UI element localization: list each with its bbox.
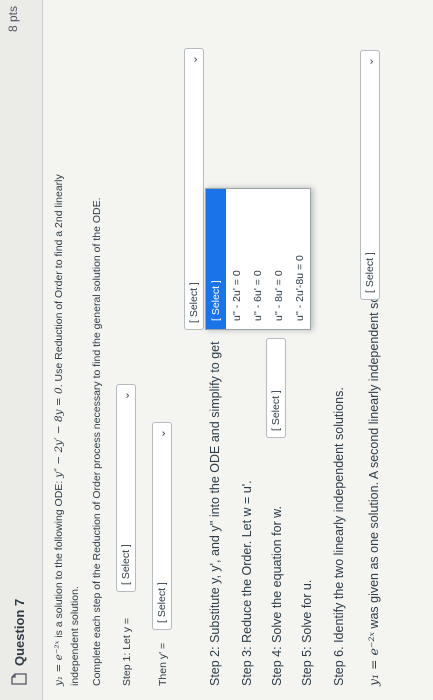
final-select-value: [ Select ] — [364, 252, 376, 293]
dropdown-option[interactable]: u'' - 2u'-8u = 0 — [290, 189, 310, 329]
question-header — [0, 0, 43, 700]
final-line: y₁ = e⁻²ˣ was given as one solution. A s… — [366, 253, 381, 686]
step2-select[interactable]: [ Select ] ⌄ — [184, 48, 204, 330]
page-icon — [11, 673, 27, 685]
ode-expression: y″ − 2y′ − 8y = 0 — [53, 387, 65, 478]
step6-label: Step 6. Identify the two linearly indepe… — [332, 387, 346, 686]
chevron-down-icon: ⌄ — [156, 429, 168, 439]
chevron-down-icon: ⌄ — [364, 57, 376, 67]
step4-select-value: [ Select ] — [270, 390, 282, 431]
step1-select[interactable]: [ Select ] ⌄ — [116, 384, 136, 592]
then-label: Then y' = — [157, 642, 169, 686]
question-title: Question 7 — [12, 598, 27, 666]
problem-text-1: is a solution to the following ODE: — [53, 480, 65, 638]
final-text: was given as one solution. A second line… — [367, 253, 381, 629]
step2-select-value: [ Select ] — [188, 282, 200, 323]
step1-label: Step 1: Let y = — [121, 617, 133, 686]
step2-dropdown-list: [ Select ] u'' - 2u' = 0 u'' - 6u' = 0 u… — [205, 188, 311, 330]
problem-line-3: Complete each step of the Reduction of O… — [91, 197, 103, 686]
then-select[interactable]: [ Select ] ⌄ — [152, 422, 172, 630]
dropdown-option[interactable]: [ Select ] — [206, 189, 226, 329]
step4-select[interactable]: [ Select ] — [266, 338, 286, 438]
dropdown-option[interactable]: u'' - 8u' = 0 — [269, 189, 289, 329]
then-select-value: [ Select ] — [156, 582, 168, 623]
problem-text-1b: . Use Reduction of Order to find a 2nd l… — [53, 174, 65, 388]
chevron-down-icon: ⌄ — [188, 55, 200, 65]
problem-line-2: independent solution. — [69, 586, 81, 686]
y1-expression: y₁ = e⁻²ˣ — [53, 640, 65, 686]
dropdown-option[interactable]: u'' - 6u' = 0 — [248, 189, 268, 329]
final-y1-expression: y₁ = e⁻²ˣ — [366, 632, 381, 686]
step2-label: Step 2: Substitute y, y', and y'' into t… — [208, 341, 222, 686]
dropdown-option[interactable]: u'' - 2u' = 0 — [227, 189, 247, 329]
problem-line-1: y₁ = e⁻²ˣ is a solution to the following… — [52, 174, 66, 686]
step3-label: Step 3: Reduce the Order. Let w = u'. — [240, 480, 254, 686]
points-label: 8 pts — [6, 6, 20, 33]
step4-label: Step 4: Solve the equation for w. — [270, 506, 284, 686]
question-panel: Question 7 8 pts y₁ = e⁻²ˣ is a solution… — [0, 0, 433, 700]
final-select[interactable]: [ Select ] ⌄ — [360, 50, 380, 300]
step5-label: Step 5: Solve for u. — [300, 579, 314, 686]
step1-select-value: [ Select ] — [120, 544, 132, 585]
chevron-down-icon: ⌄ — [120, 391, 132, 401]
